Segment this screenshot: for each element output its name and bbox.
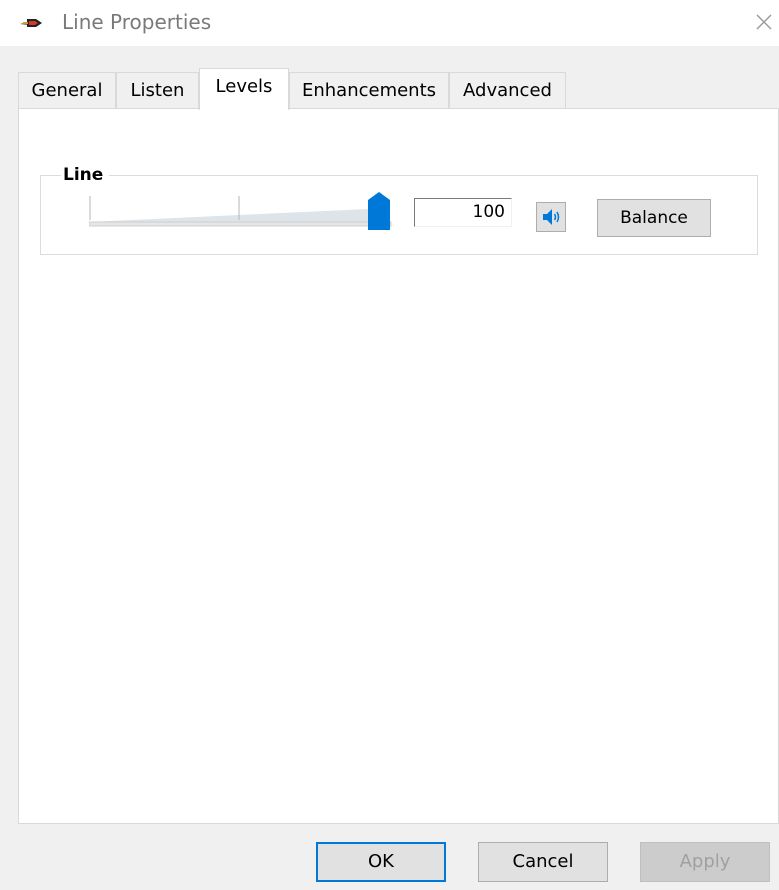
cancel-button[interactable]: Cancel [478, 842, 608, 882]
tab-strip: General Listen Levels Enhancements Advan… [0, 68, 779, 110]
tab-levels[interactable]: Levels [199, 68, 289, 110]
levels-panel: Line 100 Balance [18, 108, 779, 824]
ok-button[interactable]: OK [316, 842, 446, 882]
volume-value-field[interactable]: 100 [414, 198, 512, 227]
volume-slider[interactable] [89, 186, 399, 230]
close-icon[interactable] [752, 10, 776, 34]
tab-advanced[interactable]: Advanced [449, 72, 566, 108]
tab-general[interactable]: General [18, 72, 116, 108]
tab-listen[interactable]: Listen [116, 72, 199, 108]
tab-enhancements[interactable]: Enhancements [289, 72, 449, 108]
slider-thumb[interactable] [368, 192, 390, 230]
window-title: Line Properties [62, 10, 212, 34]
balance-button[interactable]: Balance [597, 199, 711, 237]
line-level-group: Line 100 Balance [40, 164, 758, 255]
apply-button[interactable]: Apply [640, 842, 770, 882]
slider-track [89, 221, 392, 227]
mute-button[interactable] [536, 202, 566, 232]
group-label: Line [61, 164, 110, 186]
speaker-icon [543, 209, 560, 225]
title-bar: Line Properties [0, 0, 779, 46]
audio-line-in-icon [20, 19, 42, 27]
